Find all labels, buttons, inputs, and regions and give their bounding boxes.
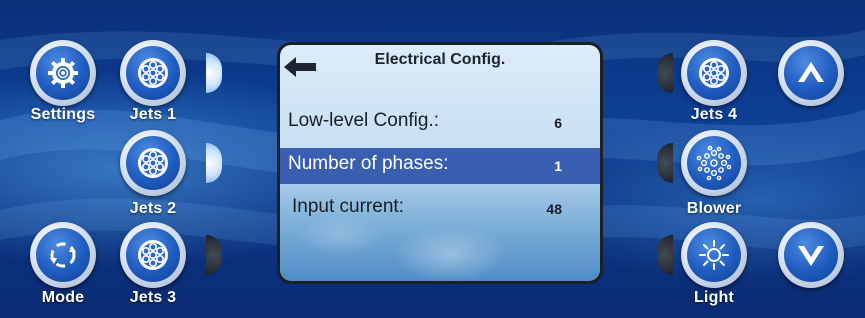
- settings-button[interactable]: [30, 40, 96, 106]
- jets-icon: [138, 148, 168, 178]
- chevron-down-icon: [798, 246, 824, 266]
- cycle-arrows-icon: [50, 242, 76, 268]
- jets-2-label: Jets 2: [129, 200, 177, 217]
- jets-2-button[interactable]: [120, 130, 186, 196]
- lcd-screen: Electrical Config. Low-level Config.: 6 …: [277, 42, 603, 284]
- jets-icon: [699, 58, 729, 88]
- down-button[interactable]: [778, 222, 844, 288]
- jets-icon: [138, 240, 168, 270]
- blower-button[interactable]: [681, 130, 747, 196]
- row-value: 6: [554, 115, 562, 131]
- jets-3-button[interactable]: [120, 222, 186, 288]
- row-value: 1: [554, 158, 562, 174]
- row-label: Low-level Config.:: [288, 110, 440, 131]
- row-label: Input current:: [292, 196, 404, 217]
- up-button[interactable]: [778, 40, 844, 106]
- config-row-number-of-phases[interactable]: Number of phases: 1: [280, 148, 600, 184]
- settings-label: Settings: [30, 106, 96, 123]
- jets-icon: [138, 58, 168, 88]
- config-row-low-level[interactable]: Low-level Config.: 6: [280, 105, 600, 141]
- bubbles-icon: [696, 145, 732, 181]
- spa-control-panel: Settings Mode Jets 1 Jets 2 Jets 3 Elect…: [0, 0, 865, 318]
- chevron-up-icon: [798, 62, 824, 82]
- screen-title: Electrical Config.: [374, 51, 506, 68]
- row-value: 48: [546, 201, 562, 217]
- jets-1-button[interactable]: [120, 40, 186, 106]
- jets-1-label: Jets 1: [129, 106, 177, 123]
- jets-3-label: Jets 3: [129, 289, 177, 306]
- jets-4-button[interactable]: [681, 40, 747, 106]
- sun-icon: [699, 240, 729, 270]
- mode-button[interactable]: [30, 222, 96, 288]
- gear-icon: [48, 58, 78, 88]
- row-label: Number of phases:: [288, 153, 449, 174]
- config-row-input-current[interactable]: Input current: 48: [280, 191, 600, 227]
- light-label: Light: [693, 289, 735, 306]
- blower-label: Blower: [686, 200, 742, 217]
- jets-4-label: Jets 4: [690, 106, 738, 123]
- mode-label: Mode: [41, 289, 85, 306]
- light-button[interactable]: [681, 222, 747, 288]
